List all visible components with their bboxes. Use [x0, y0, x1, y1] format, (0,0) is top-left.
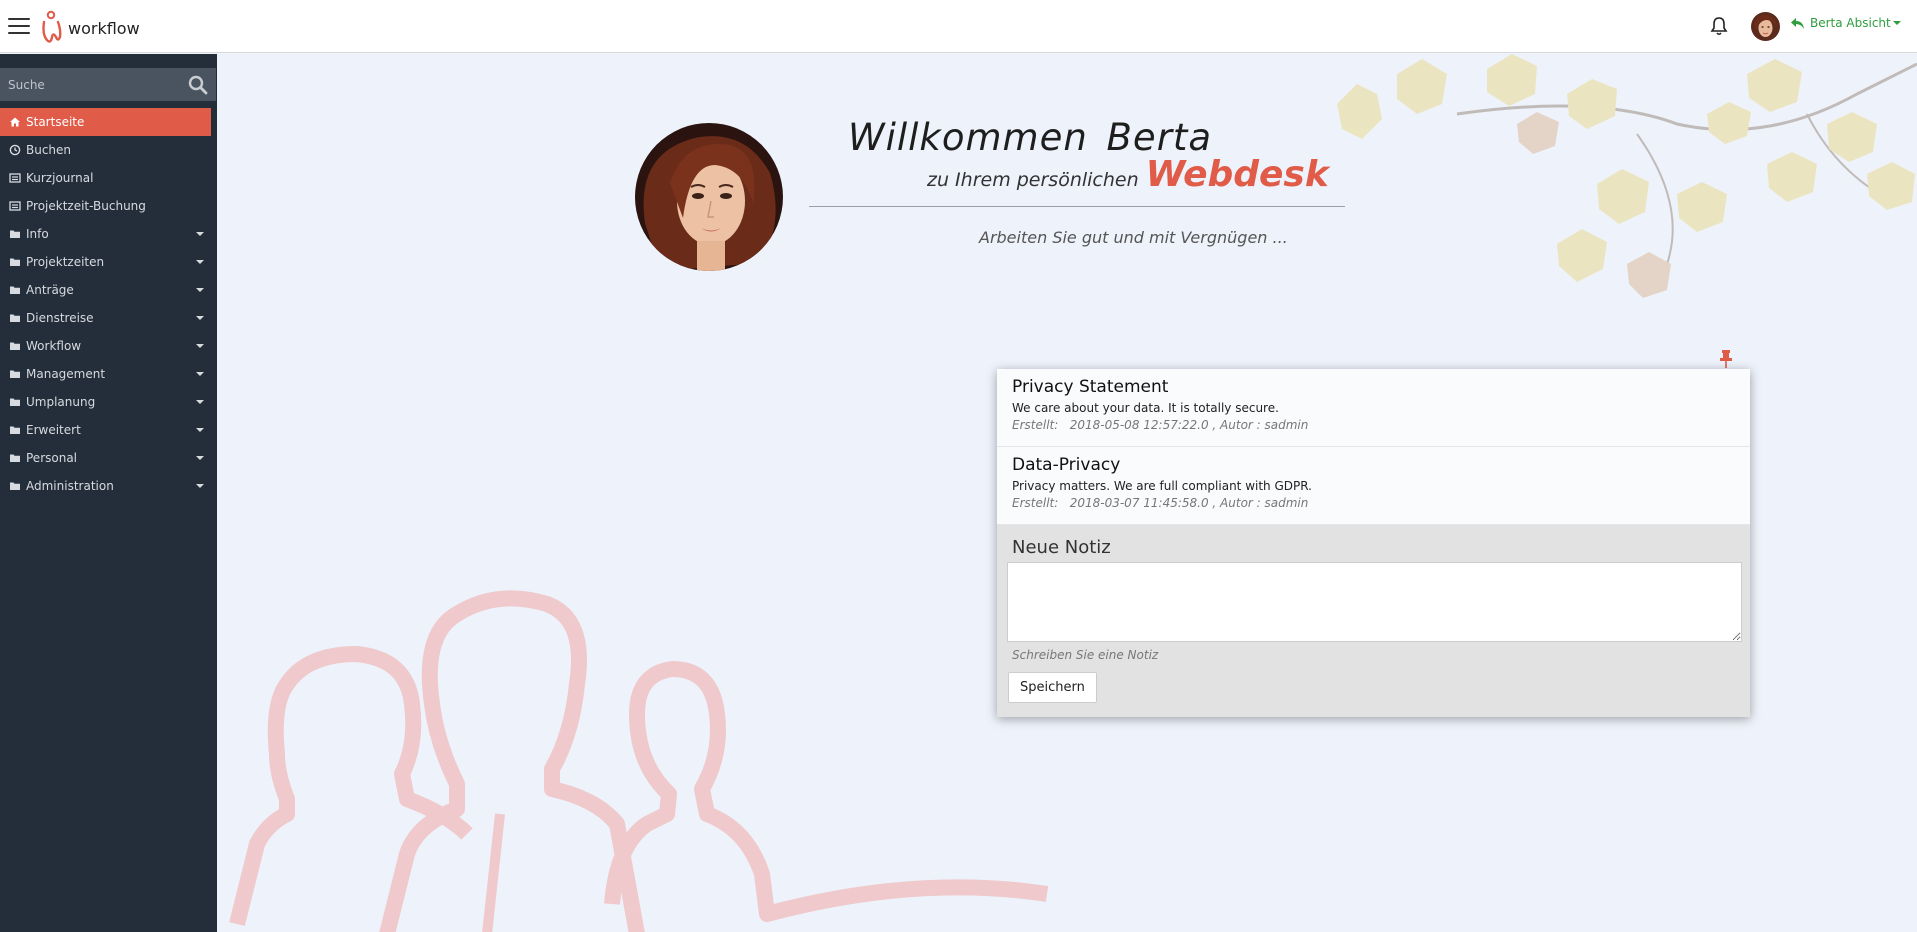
note-text: We care about your data. It is totally s… — [1012, 401, 1279, 415]
search-input[interactable] — [0, 68, 180, 101]
chevron-down-icon — [1892, 21, 1901, 25]
sidebar-item-label: Workflow — [26, 339, 82, 353]
sidebar-item-label: Projektzeiten — [26, 255, 105, 269]
sidebar-item-label: Kurzjournal — [26, 171, 94, 185]
sidebar-item-label: Management — [26, 367, 106, 381]
welcome-avatar — [635, 123, 783, 271]
chevron-down-icon — [196, 484, 204, 488]
chevron-down-icon — [196, 316, 204, 320]
folder-icon — [9, 452, 21, 464]
sidebar-item-label: Anträge — [26, 283, 74, 297]
folder-icon — [9, 396, 21, 408]
user-menu[interactable]: Berta Absicht — [1790, 16, 1901, 30]
sidebar-item-buchen[interactable]: Buchen — [0, 136, 217, 164]
search-icon[interactable] — [188, 75, 208, 95]
sidebar-item-administration[interactable]: Administration — [0, 472, 217, 500]
sidebar-item-label: Dienstreise — [26, 311, 94, 325]
note-item: Data-Privacy Privacy matters. We are ful… — [997, 447, 1750, 525]
note-textarea[interactable] — [1007, 562, 1742, 642]
folder-icon — [9, 228, 21, 240]
sidebar-item-label: Umplanung — [26, 395, 96, 409]
chevron-down-icon — [196, 260, 204, 264]
note-hint: Schreiben Sie eine Notiz — [1012, 648, 1159, 662]
sidebar-item-projektzeit-buchung[interactable]: Projektzeit-Buchung — [0, 192, 217, 220]
sidebar-item-label: Startseite — [26, 115, 85, 129]
chevron-down-icon — [196, 400, 204, 404]
sidebar-item-label: Info — [26, 227, 49, 241]
folder-icon — [9, 368, 21, 380]
note-meta: Erstellt: 2018-05-08 12:57:22.0 , Autor … — [1012, 418, 1309, 432]
sidebar-item-workflow[interactable]: Workflow — [0, 332, 217, 360]
menu-toggle-icon[interactable] — [8, 18, 30, 34]
sidebar-item-management[interactable]: Management — [0, 360, 217, 388]
sidebar-item-kurzjournal[interactable]: Kurzjournal — [0, 164, 217, 192]
note-text: Privacy matters. We are full compliant w… — [1012, 479, 1312, 493]
sidebar-item-label: Erweitert — [26, 423, 81, 437]
notes-panel: Privacy Statement We care about your dat… — [997, 369, 1750, 717]
note-meta: Erstellt: 2018-03-07 11:45:58.0 , Autor … — [1012, 496, 1309, 510]
sidebar-item-info[interactable]: Info — [0, 220, 217, 248]
chevron-down-icon — [196, 456, 204, 460]
sidebar-item-projektzeiten[interactable]: Projektzeiten — [0, 248, 217, 276]
folder-icon — [9, 284, 21, 296]
list-icon — [9, 200, 21, 212]
sidebar-item-antr-ge[interactable]: Anträge — [0, 276, 217, 304]
sidebar-item-label: Personal — [26, 451, 78, 465]
sidebar-nav: Startseite Buchen Kurzjournal Projektzeit-B… — [0, 108, 217, 500]
app-name: workflow — [68, 18, 140, 38]
new-note-form: Neue Notiz Schreiben Sie eine Notiz Spei… — [997, 525, 1750, 717]
home-icon — [9, 116, 21, 128]
sidebar-item-startseite[interactable]: Startseite — [0, 108, 211, 136]
sidebar-item-personal[interactable]: Personal — [0, 444, 217, 472]
sidebar-item-label: Projektzeit-Buchung — [26, 199, 146, 213]
chevron-down-icon — [196, 288, 204, 292]
new-note-title: Neue Notiz — [1012, 537, 1111, 558]
chevron-down-icon — [196, 428, 204, 432]
folder-icon — [9, 340, 21, 352]
brand-name: Webdesk — [1145, 154, 1329, 195]
divider — [809, 206, 1345, 207]
sidebar-item-label: Administration — [26, 479, 114, 493]
chevron-down-icon — [196, 372, 204, 376]
sidebar-item-label: Buchen — [26, 143, 72, 157]
app-logo[interactable]: workflow — [38, 10, 140, 44]
folder-icon — [9, 256, 21, 268]
list-icon — [9, 172, 21, 184]
clock-icon — [9, 144, 21, 156]
main-content: Willkommen Berta zu Ihrem persönlichen W… — [217, 54, 1917, 932]
chevron-down-icon — [196, 232, 204, 236]
save-button[interactable]: Speichern — [1008, 672, 1097, 703]
welcome-subtitle-row: zu Ihrem persönlichen Webdesk — [927, 154, 1329, 195]
chevron-down-icon — [196, 344, 204, 348]
avatar[interactable] — [1751, 12, 1780, 41]
folder-icon — [9, 480, 21, 492]
folder-icon — [9, 424, 21, 436]
leaves-decoration — [1337, 54, 1917, 298]
note-title: Data-Privacy — [1012, 455, 1121, 475]
sidebar-search — [0, 68, 216, 101]
sidebar-item-erweitert[interactable]: Erweitert — [0, 416, 217, 444]
pin-icon[interactable] — [1719, 349, 1733, 369]
welcome-title: Willkommen Berta — [848, 116, 1213, 159]
top-bar: workflow Berta Absicht — [0, 0, 1917, 53]
reply-arrow-icon — [1791, 17, 1804, 29]
user-name: Berta Absicht — [1810, 16, 1891, 30]
bell-icon[interactable] — [1710, 16, 1728, 36]
logo-icon — [42, 10, 62, 43]
sidebar: Startseite Buchen Kurzjournal Projektzeit-B… — [0, 54, 217, 932]
note-item: Privacy Statement We care about your dat… — [997, 369, 1750, 447]
sidebar-item-dienstreise[interactable]: Dienstreise — [0, 304, 217, 332]
note-title: Privacy Statement — [1012, 377, 1169, 397]
sidebar-item-umplanung[interactable]: Umplanung — [0, 388, 217, 416]
folder-icon — [9, 312, 21, 324]
welcome-subtitle: zu Ihrem persönlichen — [927, 169, 1139, 191]
welcome-motto: Arbeiten Sie gut und mit Vergnügen ... — [979, 228, 1288, 247]
